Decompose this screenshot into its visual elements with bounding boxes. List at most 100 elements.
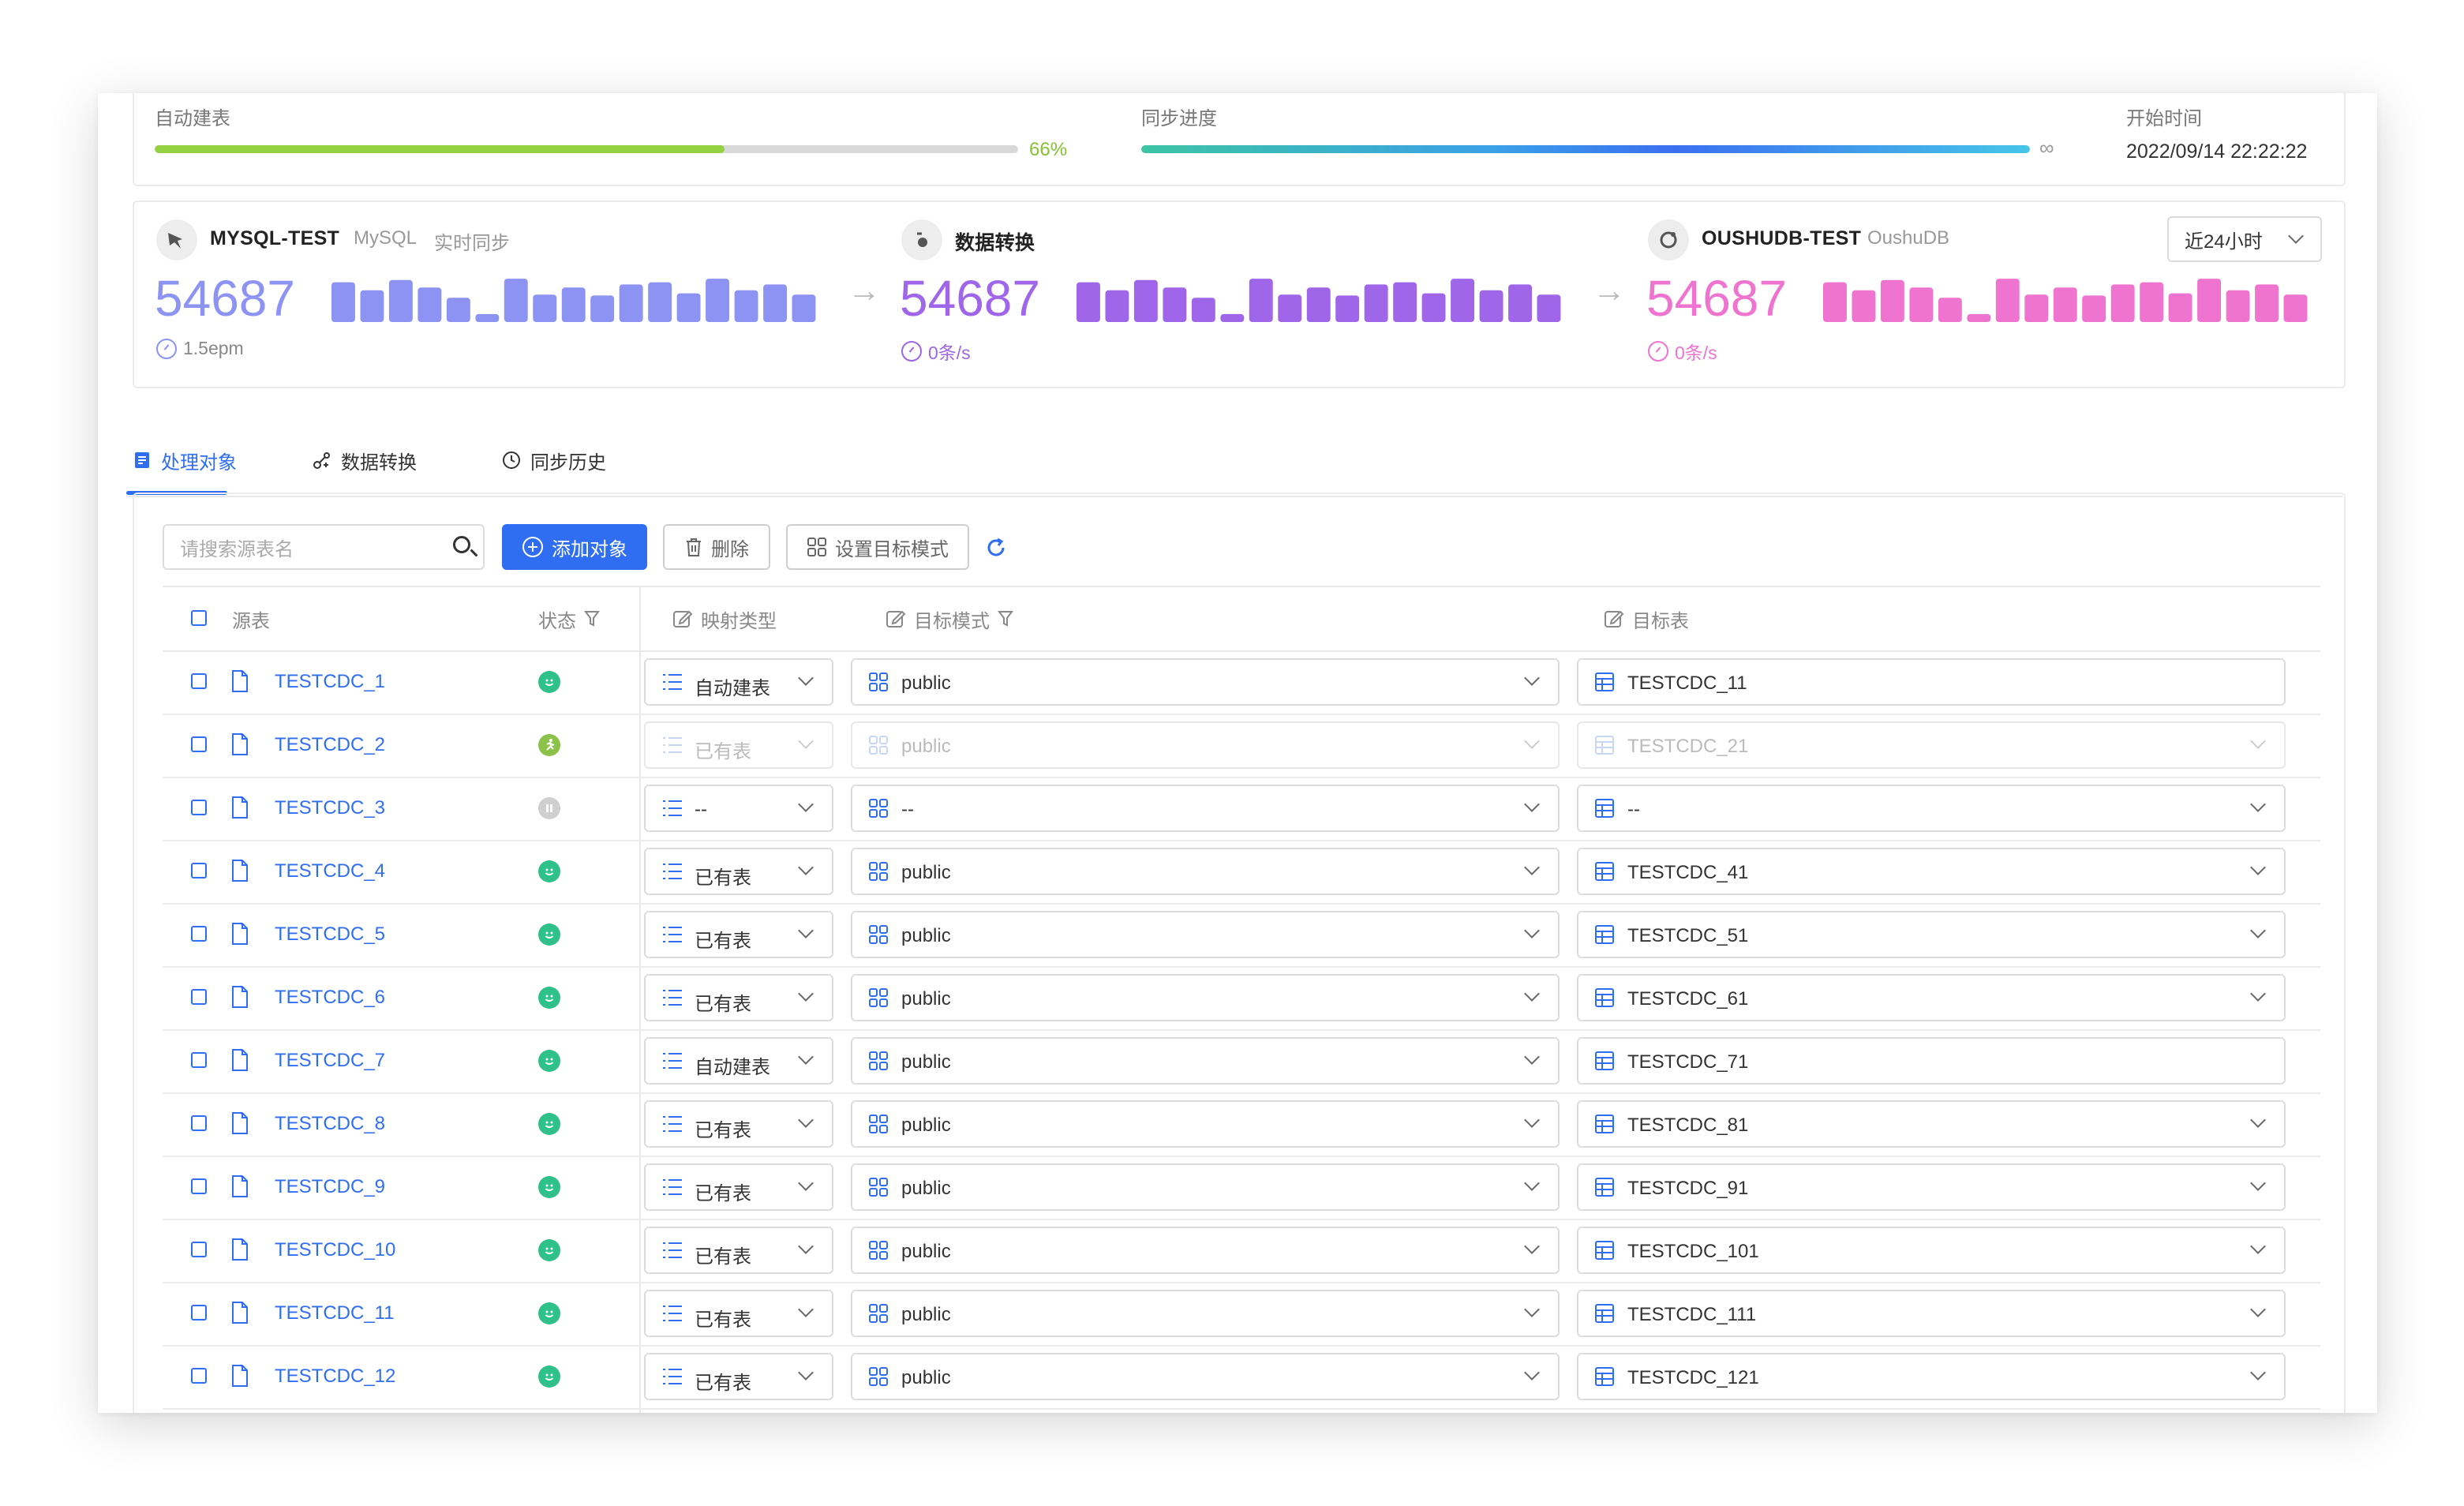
target-schema-select[interactable]: public [851,1037,1560,1085]
target-schema-select[interactable]: public [851,1100,1560,1148]
map-type-value: 已有表 [695,1183,751,1204]
target-schema-select[interactable]: public [851,1227,1560,1274]
target-schema-select[interactable]: -- [851,785,1560,832]
row-checkbox[interactable] [191,1052,207,1068]
search-input[interactable]: 请搜索源表名 [163,524,485,570]
map-type-value: 已有表 [695,867,751,889]
row-checkbox[interactable] [191,926,207,942]
table-icon [1595,862,1614,881]
target-schema-select[interactable]: public [851,658,1560,706]
th-target-schema-label: 目标模式 [914,610,990,632]
list-icon [663,927,682,942]
chevron-down-icon [2250,1238,2266,1254]
source-table-link[interactable]: TESTCDC_12 [275,1366,395,1388]
map-type-select[interactable]: 已有表 [644,1353,833,1400]
row-checkbox[interactable] [191,1178,207,1194]
tab-objects[interactable]: 处理对象 [133,440,237,480]
source-table-link[interactable]: TESTCDC_5 [275,923,385,946]
target-type: OushuDB [1867,227,1950,249]
target-table-select[interactable]: TESTCDC_41 [1577,848,2286,895]
filter-icon[interactable] [998,610,1013,628]
table-icon [1595,988,1614,1007]
th-map-type: 映射类型 [672,587,777,650]
pipeline-transform: 数据转换 54687 0条/s [879,202,1590,387]
row-checkbox[interactable] [191,800,207,815]
sparkline-bar [475,313,500,322]
sparkline-bar [676,293,701,322]
map-type-select[interactable]: 已有表 [644,848,833,895]
target-schema-select[interactable]: public [851,1353,1560,1400]
target-schema-select[interactable]: public [851,848,1560,895]
trash-icon [687,538,701,556]
tab-transform[interactable]: 数据转换 [313,440,417,480]
status-ok-icon [538,1050,560,1072]
target-schema-select[interactable]: public [851,1290,1560,1337]
target-rate-text: 0条/s [1675,343,1717,363]
source-table-link[interactable]: TESTCDC_4 [275,860,385,882]
row-checkbox[interactable] [191,673,207,689]
refresh-icon[interactable] [985,537,1007,559]
target-table-select[interactable]: TESTCDC_111 [1577,1290,2286,1337]
delete-button[interactable]: 删除 [663,524,770,570]
time-range-select[interactable]: 近24小时 [2167,216,2322,262]
map-type-select[interactable]: 自动建表 [644,658,833,706]
sparkline-bar [1249,279,1273,322]
target-schema-select[interactable]: public [851,721,1560,769]
map-type-select[interactable]: 已有表 [644,1290,833,1337]
map-type-select[interactable]: 已有表 [644,1163,833,1211]
map-type-select[interactable]: 已有表 [644,1227,833,1274]
table-header: 源表 状态 映射类型 目标模式 目标表 [163,586,2320,652]
source-table-link[interactable]: TESTCDC_11 [275,1302,395,1324]
source-table-link[interactable]: TESTCDC_1 [275,671,385,693]
row-checkbox[interactable] [191,1368,207,1384]
target-table-select[interactable]: TESTCDC_91 [1577,1163,2286,1211]
select-all-checkbox[interactable] [191,610,207,626]
add-object-button[interactable]: 添加对象 [502,524,647,570]
target-schema-select[interactable]: public [851,1163,1560,1211]
sync-task-card: 自动建表 66% 同步进度 ∞ 开始时间 2022/09/14 22:22:22… [98,93,2377,1413]
map-type-select[interactable]: -- [644,785,833,832]
map-type-select[interactable]: 已有表 [644,911,833,958]
search-icon[interactable] [453,536,470,553]
transform-sparkline [1077,279,1561,322]
row-checkbox[interactable] [191,863,207,878]
target-schema-select[interactable]: public [851,974,1560,1021]
row-checkbox[interactable] [191,989,207,1005]
source-table-link[interactable]: TESTCDC_2 [275,734,385,756]
source-table-link[interactable]: TESTCDC_9 [275,1176,385,1198]
map-type-select[interactable]: 已有表 [644,721,833,769]
tab-history[interactable]: 同步历史 [502,440,606,480]
source-table-link[interactable]: TESTCDC_10 [275,1239,395,1261]
target-table-select[interactable]: TESTCDC_51 [1577,911,2286,958]
filter-icon[interactable] [584,610,600,628]
target-table-select[interactable]: TESTCDC_121 [1577,1353,2286,1400]
file-icon [232,923,248,945]
target-table-select[interactable]: TESTCDC_21 [1577,721,2286,769]
file-icon [232,1112,248,1134]
map-type-select[interactable]: 自动建表 [644,1037,833,1085]
th-target-table: 目标表 [1604,587,1689,650]
table-icon [1595,1304,1614,1323]
map-type-select[interactable]: 已有表 [644,1100,833,1148]
target-table-select[interactable]: TESTCDC_71 [1577,1037,2286,1085]
source-table-link[interactable]: TESTCDC_6 [275,987,385,1009]
source-table-link[interactable]: TESTCDC_8 [275,1113,385,1135]
target-table-select[interactable]: TESTCDC_11 [1577,658,2286,706]
target-schema-select[interactable]: public [851,911,1560,958]
source-table-link[interactable]: TESTCDC_3 [275,797,385,819]
chevron-down-icon [2250,1365,2266,1380]
source-table-link[interactable]: TESTCDC_7 [275,1050,385,1072]
row-checkbox[interactable] [191,736,207,752]
target-table-select[interactable]: TESTCDC_61 [1577,974,2286,1021]
target-table-select[interactable]: TESTCDC_81 [1577,1100,2286,1148]
row-checkbox[interactable] [191,1305,207,1321]
row-checkbox[interactable] [191,1242,207,1257]
target-table-value: TESTCDC_111 [1627,1304,1757,1325]
set-target-schema-button[interactable]: 设置目标模式 [786,524,969,570]
map-type-select[interactable]: 已有表 [644,974,833,1021]
row-checkbox[interactable] [191,1115,207,1131]
sync-progress-fill [1141,145,2030,153]
target-table-select[interactable]: -- [1577,785,2286,832]
target-table-select[interactable]: TESTCDC_101 [1577,1227,2286,1274]
target-schema-value: public [901,862,951,883]
